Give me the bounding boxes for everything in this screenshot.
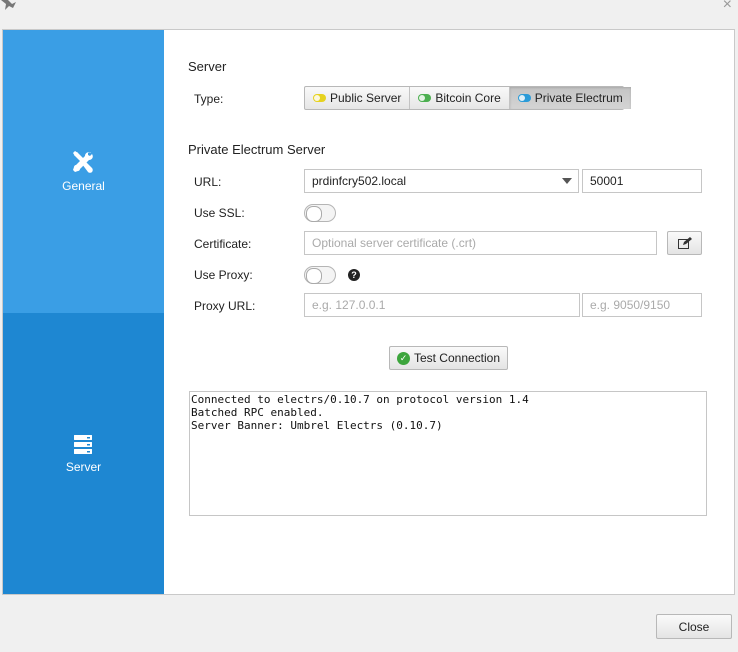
window-close-icon[interactable]: × — [723, 0, 732, 13]
public-server-label: Public Server — [330, 91, 402, 105]
port-input[interactable]: 50001 — [582, 169, 702, 193]
bitcoin-core-toggle-icon — [418, 94, 432, 102]
type-label: Type: — [194, 92, 224, 106]
private-electrum-option[interactable]: Private Electrum — [509, 87, 631, 109]
public-server-option[interactable]: Public Server — [305, 87, 411, 109]
sidebar-item-general-label: General — [62, 179, 105, 193]
private-electrum-label: Private Electrum — [534, 91, 623, 105]
chevron-down-icon[interactable] — [562, 178, 572, 184]
bitcoin-core-label: Bitcoin Core — [435, 91, 501, 105]
proxy-port-placeholder: e.g. 9050/9150 — [590, 298, 671, 312]
server-icon — [74, 435, 92, 454]
certificate-input[interactable]: Optional server certificate (.crt) — [304, 231, 657, 255]
bitcoin-core-option[interactable]: Bitcoin Core — [410, 87, 510, 109]
port-value: 50001 — [590, 174, 624, 188]
log-line: Server Banner: Umbrel Electrs (0.10.7) — [191, 419, 443, 432]
sidebar-item-server-label: Server — [65, 460, 102, 474]
app-logo-icon — [1, 0, 16, 10]
certificate-label: Certificate: — [194, 237, 252, 251]
log-line: Batched RPC enabled. — [191, 406, 324, 419]
public-server-toggle-icon — [313, 94, 326, 102]
edit-certificate-button[interactable] — [667, 231, 702, 255]
certificate-placeholder: Optional server certificate (.crt) — [312, 236, 477, 250]
proxy-port-input[interactable]: e.g. 9050/9150 — [582, 293, 702, 317]
close-button-label: Close — [678, 619, 710, 634]
sidebar-item-general[interactable]: General — [3, 30, 164, 313]
test-connection-label: Test Connection — [413, 351, 501, 365]
sidebar: General Server — [3, 30, 164, 594]
server-settings-panel: Server Type: Public Server Bitcoin Core … — [164, 30, 734, 594]
url-value: prdinfcry502.local — [312, 174, 407, 188]
use-ssl-label: Use SSL: — [194, 206, 245, 220]
url-combo[interactable]: prdinfcry502.local — [304, 169, 579, 193]
preferences-dialog: General Server Server Type: Public Serve… — [2, 29, 735, 595]
url-label: URL: — [194, 175, 222, 189]
check-circle-icon: ✓ — [396, 351, 410, 365]
edit-icon — [677, 237, 692, 249]
help-icon[interactable]: ? — [348, 269, 360, 281]
use-proxy-label: Use Proxy: — [194, 268, 253, 282]
use-ssl-toggle[interactable] — [304, 204, 336, 222]
connection-log[interactable]: Connected to electrs/0.10.7 on protocol … — [189, 391, 707, 516]
private-server-section-title: Private Electrum Server — [188, 142, 326, 157]
proxy-host-input[interactable]: e.g. 127.0.0.1 — [304, 293, 580, 317]
close-button[interactable]: Close — [656, 614, 732, 639]
proxy-host-placeholder: e.g. 127.0.0.1 — [312, 298, 386, 312]
tools-icon — [73, 151, 93, 173]
server-type-selector: Public Server Bitcoin Core Private Elect… — [304, 86, 631, 110]
use-proxy-toggle[interactable] — [304, 266, 336, 284]
server-section-title: Server — [188, 59, 227, 74]
log-line: Connected to electrs/0.10.7 on protocol … — [191, 393, 529, 406]
private-electrum-toggle-icon — [517, 94, 531, 102]
sidebar-item-server[interactable]: Server — [3, 313, 164, 594]
proxy-url-label: Proxy URL: — [194, 299, 256, 313]
test-connection-button[interactable]: ✓ Test Connection — [389, 346, 508, 370]
